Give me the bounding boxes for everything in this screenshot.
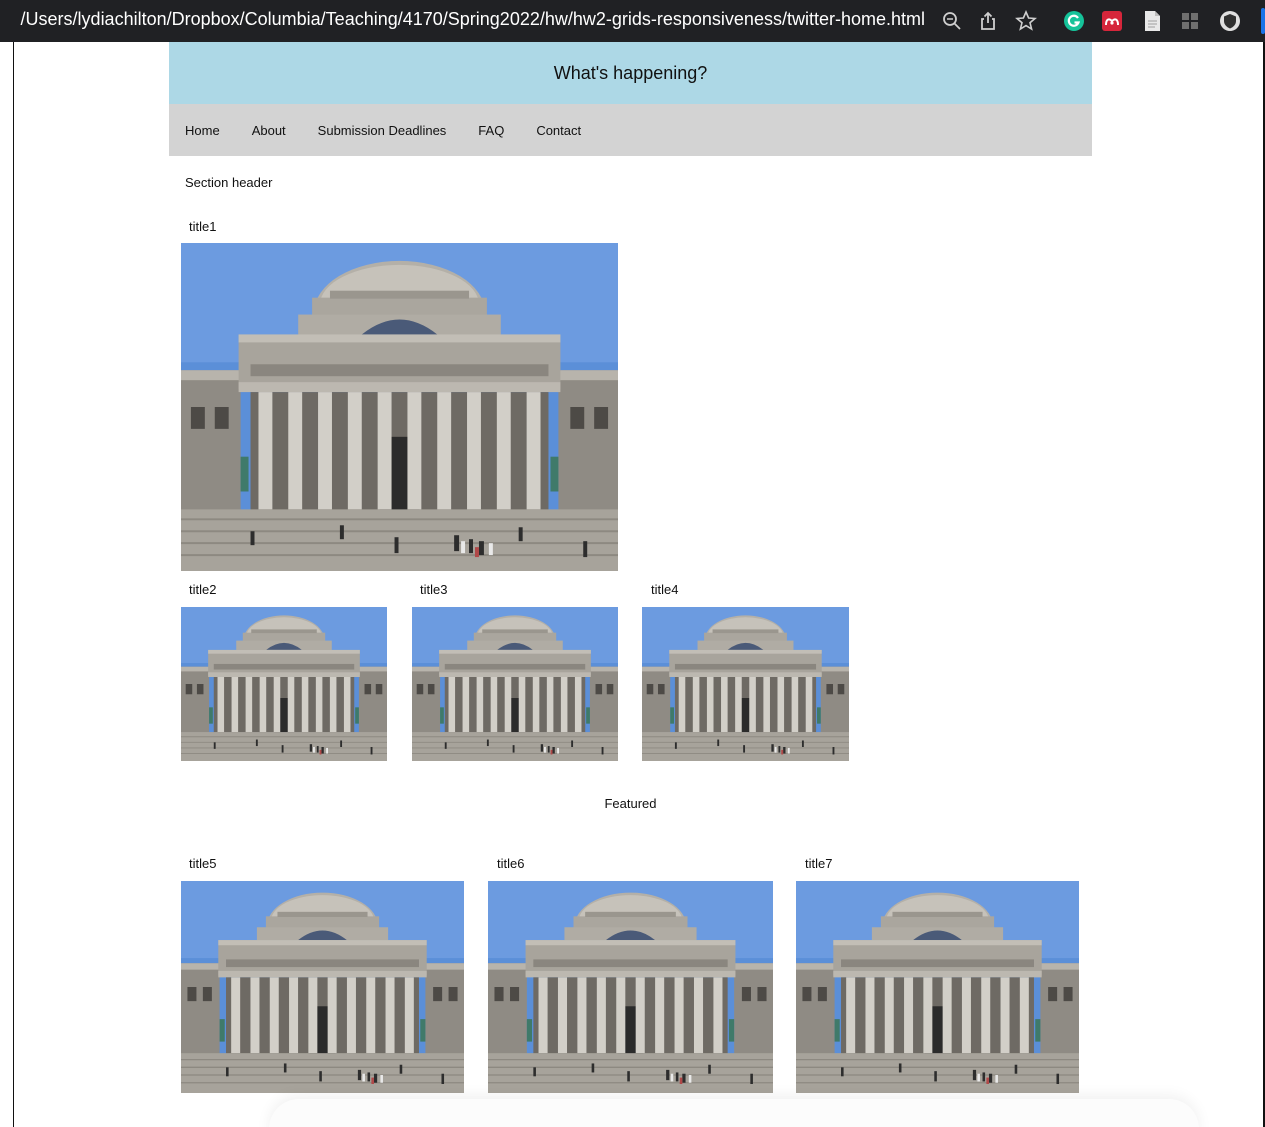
shield-extension-icon[interactable]	[1216, 7, 1244, 35]
library-photo	[488, 881, 773, 1093]
nav-item-about[interactable]: About	[252, 123, 286, 138]
card-title: title2	[189, 582, 217, 597]
library-photo	[181, 881, 464, 1093]
address-bar[interactable]: /Users/lydiachilton/Dropbox/Columbia/Tea…	[0, 9, 925, 30]
profile-edge	[1261, 8, 1265, 34]
nav-item-contact[interactable]: Contact	[536, 123, 581, 138]
library-photo	[412, 607, 618, 761]
nav-bar: Home About Submission Deadlines FAQ Cont…	[169, 104, 1092, 156]
share-icon[interactable]	[974, 7, 1002, 35]
browser-chrome: /Users/lydiachilton/Dropbox/Columbia/Tea…	[0, 0, 1265, 42]
section-header: Section header	[185, 175, 273, 190]
library-photo	[642, 607, 849, 761]
zoom-icon[interactable]	[938, 7, 966, 35]
bottom-overlay	[269, 1099, 1199, 1127]
card-title: title7	[805, 856, 833, 871]
library-photo	[181, 607, 387, 761]
nav-item-submission-deadlines[interactable]: Submission Deadlines	[318, 123, 447, 138]
nav-item-home[interactable]: Home	[185, 123, 220, 138]
card-title: title6	[497, 856, 525, 871]
grammarly-extension-icon[interactable]	[1060, 7, 1088, 35]
bookmark-star-icon[interactable]	[1012, 7, 1040, 35]
page-banner: What's happening?	[169, 42, 1092, 104]
banner-title: What's happening?	[553, 62, 708, 83]
card-title: title3	[420, 582, 448, 597]
mendeley-extension-icon[interactable]	[1098, 7, 1126, 35]
featured-heading: Featured	[604, 796, 657, 811]
card-title: title1	[189, 219, 217, 234]
library-photo	[181, 243, 618, 571]
page-viewport: What's happening? Home About Submission …	[13, 42, 1265, 1127]
card-title: title4	[651, 582, 679, 597]
grid-extension-icon[interactable]	[1176, 7, 1204, 35]
document-extension-icon[interactable]	[1138, 7, 1166, 35]
nav-item-faq[interactable]: FAQ	[478, 123, 504, 138]
card-title: title5	[189, 856, 217, 871]
library-photo	[796, 881, 1079, 1093]
